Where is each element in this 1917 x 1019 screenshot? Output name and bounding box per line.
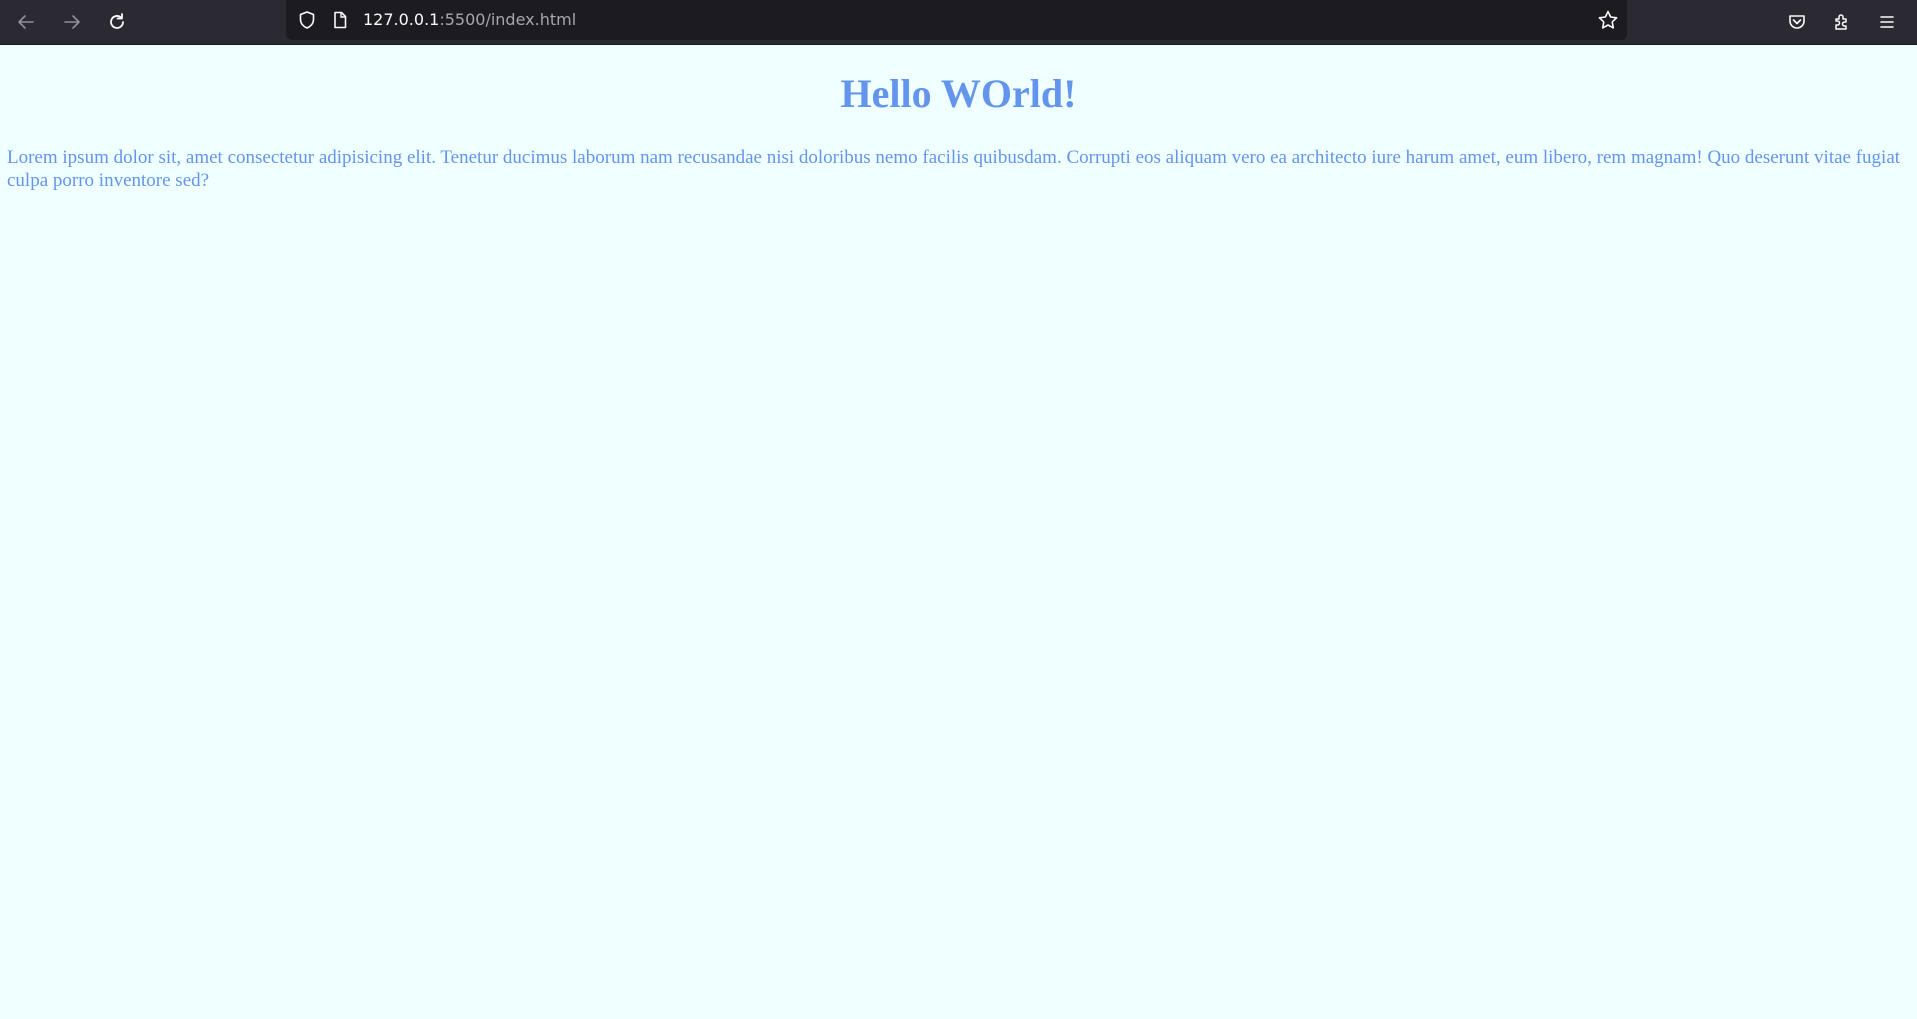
reload-icon xyxy=(107,12,127,32)
back-button[interactable] xyxy=(10,6,42,38)
arrow-right-icon xyxy=(62,12,82,32)
url-host: 127.0.0.1 xyxy=(363,10,440,29)
address-bar[interactable]: 127.0.0.1:5500/index.html xyxy=(286,0,1627,40)
extensions-button[interactable] xyxy=(1826,6,1858,38)
page-icon[interactable] xyxy=(329,9,351,31)
arrow-left-icon xyxy=(16,12,36,32)
menu-button[interactable] xyxy=(1871,6,1903,38)
page-content: Hello WOrld! Lorem ipsum dolor sit, amet… xyxy=(0,45,1917,1019)
star-icon[interactable] xyxy=(1597,9,1619,31)
browser-toolbar: 127.0.0.1:5500/index.html xyxy=(0,0,1917,45)
pocket-icon xyxy=(1787,12,1807,32)
page-heading: Hello WOrld! xyxy=(840,71,1077,116)
puzzle-icon xyxy=(1832,12,1852,32)
shield-icon[interactable] xyxy=(296,9,318,31)
hamburger-menu-icon xyxy=(1877,12,1897,32)
url-path: :5500/index.html xyxy=(439,10,577,29)
url-text[interactable]: 127.0.0.1:5500/index.html xyxy=(363,10,576,30)
forward-button[interactable] xyxy=(56,6,88,38)
page-paragraph: Lorem ipsum dolor sit, amet consectetur … xyxy=(7,147,1901,191)
pocket-button[interactable] xyxy=(1781,6,1813,38)
reload-button[interactable] xyxy=(101,6,133,38)
